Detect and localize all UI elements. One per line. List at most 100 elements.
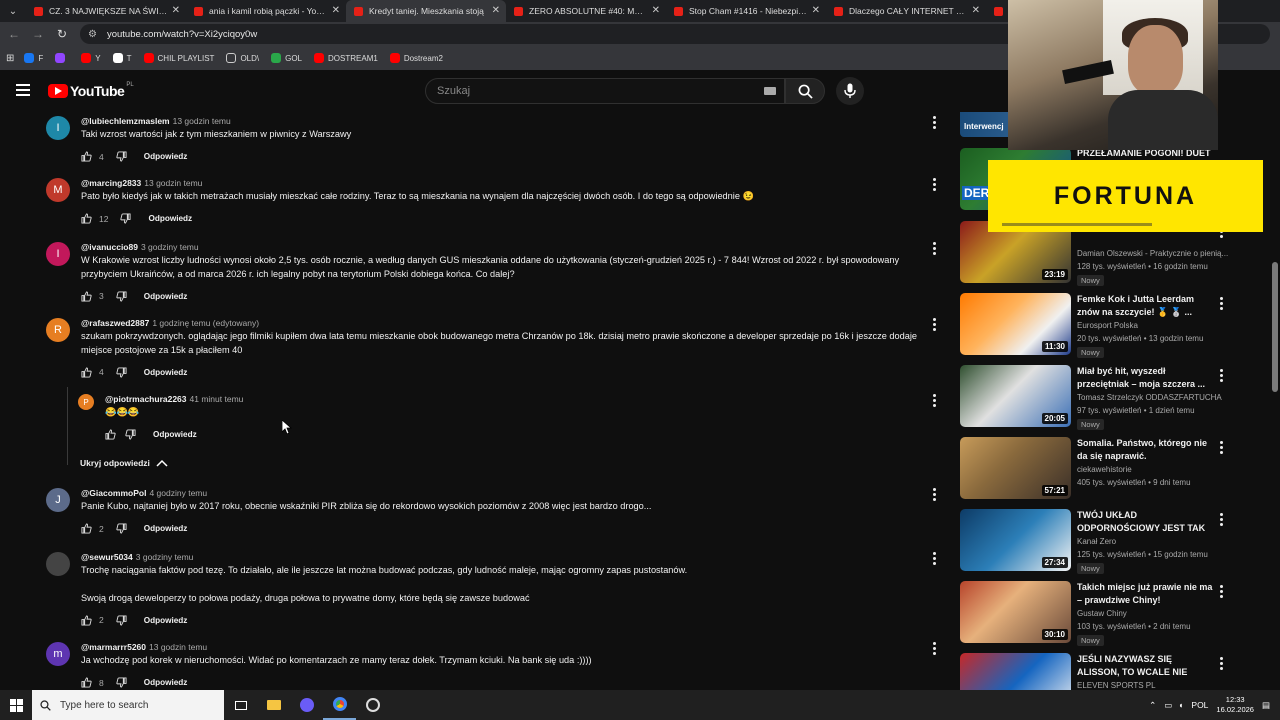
reply-button[interactable]: Odpowiedz	[144, 292, 188, 301]
browser-tab[interactable]: ania i kamil robią pączki - YouTube ✕	[186, 0, 346, 22]
bookmark-item[interactable]	[55, 53, 69, 63]
video-card[interactable]: 27:34 TWÓJ UKŁAD ODPORNOŚCIOWY JEST TAK .…	[958, 509, 1228, 575]
start-button[interactable]	[0, 690, 32, 720]
close-tab-icon[interactable]: ✕	[492, 5, 500, 16]
keyboard-icon[interactable]	[764, 87, 776, 95]
like-icon[interactable]	[81, 677, 93, 688]
browser-tab[interactable]: Dlaczego CAŁY INTERNET Obsesyjnie ✕	[826, 0, 986, 22]
more-actions-icon[interactable]	[933, 318, 936, 333]
tab-search-icon[interactable]: ⌄	[0, 0, 26, 22]
like-icon[interactable]	[81, 213, 93, 224]
like-icon[interactable]	[105, 429, 117, 440]
dislike-icon[interactable]	[125, 429, 137, 440]
bookmark-item[interactable]: F	[24, 53, 43, 63]
video-thumbnail[interactable]: 27:34	[960, 509, 1071, 571]
reply-button[interactable]: Odpowiedz	[144, 678, 188, 687]
video-title[interactable]: Takich miejsc już prawie nie ma – prawdz…	[1077, 581, 1213, 606]
more-actions-icon[interactable]	[933, 642, 936, 657]
tray-chevron-icon[interactable]: ⌃	[1149, 700, 1156, 711]
video-card[interactable]: JEŚLI NAZYWASZ SIĘ ALISSON, TO WCALE NIE…	[958, 653, 1228, 690]
video-card[interactable]: 20:05 Miał być hit, wyszedł przeciętniak …	[958, 365, 1228, 431]
avatar[interactable]: R	[46, 318, 70, 342]
comment-time[interactable]: 4 godziny temu	[149, 488, 207, 498]
avatar[interactable]: P	[78, 394, 94, 410]
video-channel[interactable]: Eurosport Polska	[1077, 321, 1138, 330]
dislike-icon[interactable]	[116, 523, 128, 534]
taskbar-search-input[interactable]: Type here to search	[32, 690, 224, 720]
video-channel[interactable]: ciekawehistorie	[1077, 465, 1132, 474]
messenger-icon[interactable]	[290, 690, 323, 720]
video-card[interactable]: 11:30 Femke Kok i Jutta Leerdam znów na s…	[958, 293, 1228, 359]
forward-icon[interactable]: →	[26, 27, 50, 41]
comment-author[interactable]: @ivanuccio89	[81, 242, 138, 252]
search-button[interactable]	[785, 78, 825, 104]
avatar[interactable]	[46, 552, 70, 576]
video-thumbnail[interactable]: 57:21	[960, 437, 1071, 499]
video-channel[interactable]: Tomasz Strzelczyk ODDASZFARTUCHA	[1077, 393, 1222, 402]
avatar[interactable]: J	[46, 488, 70, 512]
video-title[interactable]: Somalia. Państwo, którego nie da się nap…	[1077, 437, 1213, 462]
more-actions-icon[interactable]	[933, 178, 936, 193]
scrollbar[interactable]	[1272, 262, 1278, 392]
menu-icon[interactable]	[16, 84, 30, 96]
more-actions-icon[interactable]	[1220, 297, 1223, 312]
comment-time[interactable]: 41 minut temu	[190, 394, 244, 404]
dislike-icon[interactable]	[116, 677, 128, 688]
video-card[interactable]: 30:10 Takich miejsc już prawie nie ma – p…	[958, 581, 1228, 647]
more-actions-icon[interactable]	[933, 242, 936, 257]
video-channel[interactable]: ELEVEN SPORTS PL	[1077, 681, 1156, 690]
comment-author[interactable]: @piotrmachura2263	[105, 394, 187, 404]
comment-time[interactable]: 3 godziny temu	[136, 552, 194, 562]
hide-replies-button[interactable]: Ukryj odpowiedzi	[80, 458, 168, 468]
reply-button[interactable]: Odpowiedz	[148, 214, 192, 223]
dislike-icon[interactable]	[116, 366, 128, 378]
language-indicator[interactable]: POL	[1191, 700, 1208, 710]
dislike-icon[interactable]	[120, 213, 132, 224]
chrome-icon[interactable]	[323, 690, 356, 720]
voice-search-button[interactable]	[836, 77, 864, 105]
browser-tab[interactable]: ZERO ABSOLUTNE #40: MOKRY ✕	[506, 0, 666, 22]
avatar[interactable]: m	[46, 642, 70, 666]
reply-button[interactable]: Odpowiedz	[144, 616, 188, 625]
comment-author[interactable]: @rafaszwed2887	[81, 318, 149, 328]
bookmark-item[interactable]: T	[112, 53, 132, 63]
reply-button[interactable]: Odpowiedz	[144, 524, 188, 533]
network-icon[interactable]: ▭	[1164, 700, 1172, 711]
site-info-icon[interactable]: ⚙	[88, 29, 97, 40]
comment-time[interactable]: 13 godzin temu	[173, 116, 231, 126]
video-channel[interactable]: Kanał Zero	[1077, 537, 1116, 546]
file-explorer-icon[interactable]	[257, 690, 290, 720]
more-actions-icon[interactable]	[933, 116, 936, 131]
avatar[interactable]: M	[46, 178, 70, 202]
like-icon[interactable]	[81, 366, 93, 378]
bookmark-item[interactable]: CHIL PLAYLIST	[143, 53, 214, 63]
like-icon[interactable]	[81, 523, 93, 534]
apps-icon[interactable]: ⊞	[6, 53, 14, 64]
comment-time[interactable]: 1 godzinę temu (edytowany)	[152, 318, 259, 328]
volume-icon[interactable]: ◖	[1178, 700, 1183, 710]
more-actions-icon[interactable]	[1220, 441, 1223, 456]
video-channel[interactable]: Damian Olszewski - Praktycznie o pienią.…	[1077, 249, 1228, 258]
like-icon[interactable]	[81, 290, 93, 302]
browser-tab[interactable]: Stop Cham #1416 - Niebezpieczne ✕	[666, 0, 826, 22]
close-tab-icon[interactable]: ✕	[972, 5, 980, 16]
comment-author[interactable]: @sewur5034	[81, 552, 133, 562]
bookmark-item[interactable]: Dostream2	[389, 53, 443, 63]
avatar[interactable]: I	[46, 242, 70, 266]
video-thumbnail[interactable]	[960, 653, 1071, 690]
reply-button[interactable]: Odpowiedz	[144, 152, 188, 161]
close-tab-icon[interactable]: ✕	[652, 5, 660, 16]
reply-button[interactable]: Odpowiedz	[153, 430, 197, 439]
obs-icon[interactable]	[356, 690, 389, 720]
bookmark-item[interactable]: DOSTREAM1	[314, 53, 378, 63]
clock[interactable]: 12:33 16.02.2026	[1216, 695, 1254, 715]
close-tab-icon[interactable]: ✕	[332, 5, 340, 16]
comment-author[interactable]: @GiacommoPol	[81, 488, 146, 498]
avatar[interactable]: I	[46, 116, 70, 140]
more-actions-icon[interactable]	[933, 488, 936, 503]
close-tab-icon[interactable]: ✕	[812, 5, 820, 16]
comment-time[interactable]: 13 godzin temu	[149, 642, 207, 652]
more-actions-icon[interactable]	[933, 394, 936, 409]
video-thumbnail[interactable]: 11:30	[960, 293, 1071, 355]
comment-author[interactable]: @lubiechlemzmaslem	[81, 116, 170, 126]
